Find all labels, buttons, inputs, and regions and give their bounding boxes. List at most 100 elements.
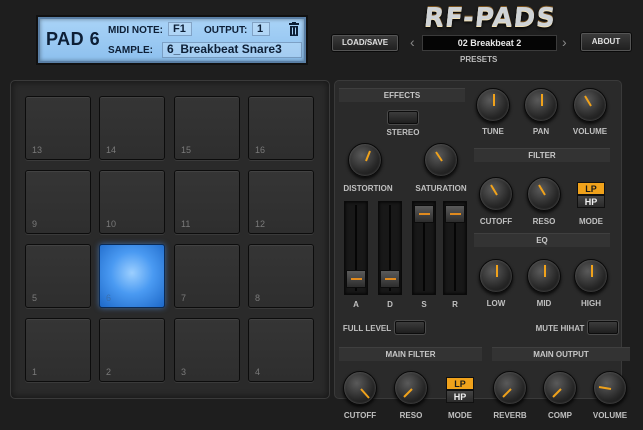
knob-indicator — [584, 95, 592, 107]
pad-number: 3 — [181, 367, 187, 377]
pad-number: 4 — [255, 367, 261, 377]
distortion-knob[interactable] — [348, 143, 382, 177]
pad-grid: 13 14 15 16 9 10 11 12 5 6 7 8 1 2 3 4 — [25, 96, 325, 392]
pad-2[interactable]: 2 — [99, 318, 165, 382]
attack-label: A — [353, 300, 359, 309]
filter-lp-button[interactable]: LP — [577, 182, 605, 195]
pad-14[interactable]: 14 — [99, 96, 165, 160]
filter-section-title: FILTER — [474, 148, 610, 162]
main-volume-label: VOLUME — [592, 411, 628, 420]
pad-number: 16 — [255, 145, 266, 155]
lcd-pad-label: PAD 6 — [46, 29, 101, 49]
main-cutoff-knob[interactable] — [343, 371, 377, 405]
knob-indicator — [598, 386, 612, 390]
main-reso-knob[interactable] — [394, 371, 428, 405]
knob-indicator — [403, 388, 413, 398]
saturation-knob[interactable] — [424, 143, 458, 177]
pad-4[interactable]: 4 — [248, 318, 314, 382]
full-level-label: FULL LEVEL — [342, 324, 392, 333]
preset-prev-button[interactable]: ‹ — [410, 34, 415, 50]
pad-10[interactable]: 10 — [99, 170, 165, 234]
lcd-midi-note-value[interactable]: F1 — [168, 22, 192, 36]
attack-slider[interactable] — [344, 201, 368, 295]
comp-knob[interactable] — [543, 371, 577, 405]
pad-number: 8 — [255, 293, 261, 303]
saturation-label: SATURATION — [415, 184, 467, 193]
pad-6-selected[interactable]: 6 — [99, 244, 165, 308]
stereo-toggle[interactable] — [388, 111, 418, 124]
main-output-section-title: MAIN OUTPUT — [492, 347, 630, 361]
pad-number: 1 — [32, 367, 38, 377]
pad-11[interactable]: 11 — [174, 170, 240, 234]
release-label: R — [452, 300, 458, 309]
load-save-button[interactable]: LOAD/SAVE — [332, 35, 398, 51]
pad-9[interactable]: 9 — [25, 170, 91, 234]
pad-number: 5 — [32, 293, 38, 303]
filter-mode-switch[interactable]: LP HP — [577, 182, 605, 208]
pad-number: 6 — [106, 293, 112, 303]
pad-3[interactable]: 3 — [174, 318, 240, 382]
knob-indicator — [544, 265, 546, 277]
decay-slider[interactable] — [378, 201, 402, 295]
knob-indicator — [435, 151, 443, 162]
volume-knob[interactable] — [573, 88, 607, 122]
lcd-display: PAD 6 MIDI NOTE: F1 OUTPUT: 1 SAMPLE: 6_… — [38, 17, 306, 63]
decay-label: D — [387, 300, 393, 309]
about-button[interactable]: ABOUT — [581, 33, 631, 51]
tune-knob[interactable] — [476, 88, 510, 122]
attack-slider-handle[interactable] — [346, 270, 366, 288]
pad-5[interactable]: 5 — [25, 244, 91, 308]
main-volume-knob[interactable] — [593, 371, 627, 405]
pad-16[interactable]: 16 — [248, 96, 314, 160]
eq-section-title: EQ — [474, 233, 610, 247]
pad-number: 11 — [181, 219, 191, 229]
filter-mode-label: MODE — [579, 217, 603, 226]
knob-indicator — [502, 388, 512, 398]
pad-number: 14 — [106, 145, 117, 155]
main-filter-mode-switch[interactable]: LP HP — [446, 377, 474, 403]
decay-slider-handle[interactable] — [380, 270, 400, 288]
pad-number: 2 — [106, 367, 112, 377]
pad-number: 12 — [255, 219, 266, 229]
lcd-output-label: OUTPUT: — [204, 25, 248, 36]
preset-name-display[interactable]: 02 Breakbeat 2 — [422, 35, 557, 51]
pad-number: 9 — [32, 219, 38, 229]
main-hp-button[interactable]: HP — [446, 390, 474, 403]
knob-indicator — [365, 150, 371, 162]
main-lp-button[interactable]: LP — [446, 377, 474, 390]
pad-12[interactable]: 12 — [248, 170, 314, 234]
knob-indicator — [538, 184, 546, 196]
lcd-sample-value[interactable]: 6_Breakbeat Snare3 — [162, 42, 302, 58]
filter-reso-knob[interactable] — [527, 177, 561, 211]
mute-hihat-toggle[interactable] — [588, 321, 618, 334]
pad-7[interactable]: 7 — [174, 244, 240, 308]
mute-hihat-label: MUTE HIHAT — [535, 324, 585, 333]
eq-low-knob[interactable] — [479, 259, 513, 293]
pad-8[interactable]: 8 — [248, 244, 314, 308]
sustain-slider[interactable] — [412, 201, 436, 295]
volume-label: VOLUME — [572, 127, 608, 136]
pan-knob[interactable] — [524, 88, 558, 122]
lcd-midi-note-label: MIDI NOTE: — [108, 25, 163, 36]
release-slider-handle[interactable] — [445, 205, 465, 223]
eq-high-knob[interactable] — [574, 259, 608, 293]
sustain-label: S — [421, 300, 427, 309]
pad-number: 7 — [181, 293, 187, 303]
full-level-toggle[interactable] — [395, 321, 425, 334]
reverb-knob[interactable] — [493, 371, 527, 405]
filter-hp-button[interactable]: HP — [577, 195, 605, 208]
filter-cutoff-knob[interactable] — [479, 177, 513, 211]
lcd-output-value[interactable]: 1 — [252, 22, 270, 36]
knob-indicator — [496, 265, 498, 277]
eq-mid-knob[interactable] — [527, 259, 561, 293]
knob-indicator — [360, 388, 370, 399]
trash-icon[interactable] — [288, 22, 300, 36]
sustain-slider-handle[interactable] — [414, 205, 434, 223]
preset-next-button[interactable]: › — [562, 34, 567, 50]
release-slider[interactable] — [443, 201, 467, 295]
pad-15[interactable]: 15 — [174, 96, 240, 160]
pad-13[interactable]: 13 — [25, 96, 91, 160]
pad-1[interactable]: 1 — [25, 318, 91, 382]
knob-indicator — [591, 265, 593, 277]
eq-high-label: HIGH — [581, 299, 601, 308]
